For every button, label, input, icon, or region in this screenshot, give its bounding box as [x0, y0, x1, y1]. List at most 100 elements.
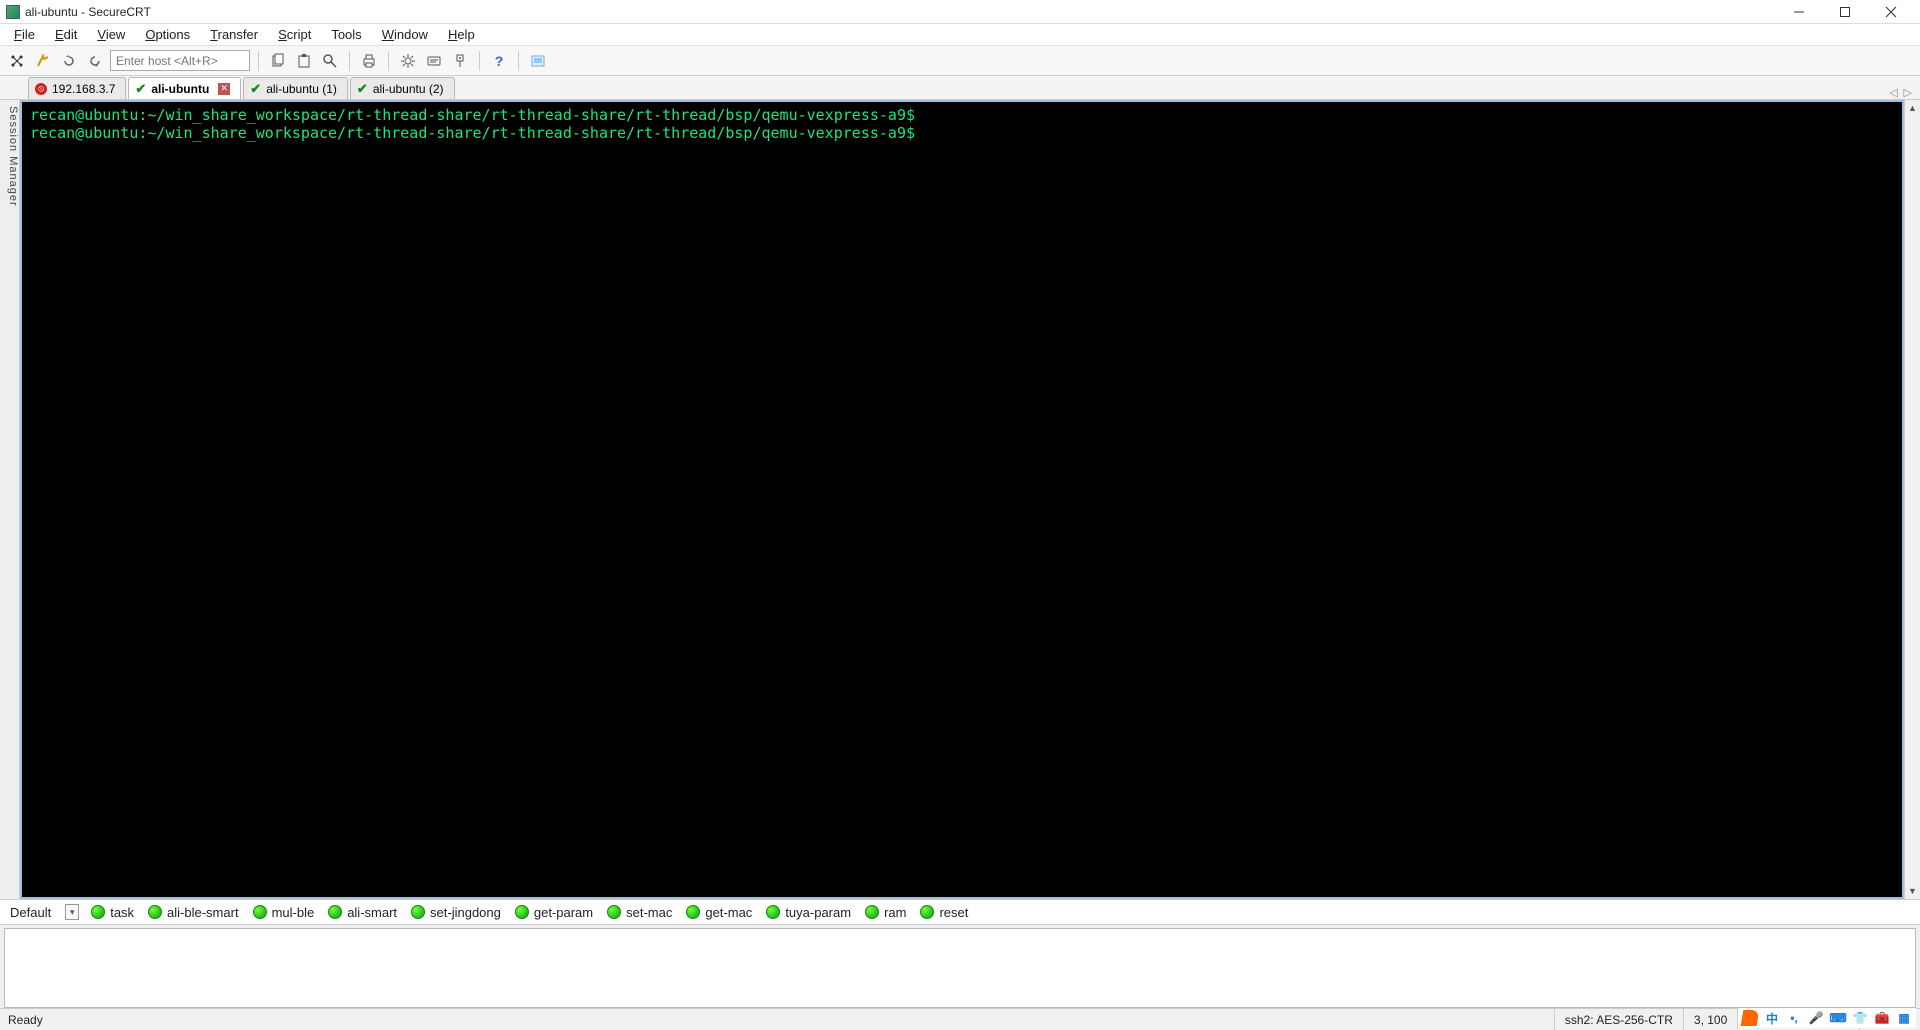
check-icon: ✔ [250, 81, 261, 97]
buttonbar-get-mac[interactable]: get-mac [686, 905, 752, 920]
menu-help-label: elp [457, 27, 474, 42]
buttonbar-label: ram [884, 905, 906, 920]
menu-file-label: ile [22, 27, 35, 42]
menu-view[interactable]: View [87, 25, 135, 44]
tab-label: ali-ubuntu (1) [266, 82, 337, 96]
toolbar-separator [518, 51, 519, 71]
toolbar-separator [479, 51, 480, 71]
green-dot-icon [515, 905, 529, 919]
tab-192-168-3-7[interactable]: ⦸ 192.168.3.7 [28, 77, 126, 99]
toolbar-separator [349, 51, 350, 71]
tab-label: 192.168.3.7 [52, 82, 115, 96]
help-icon[interactable]: ? [488, 50, 510, 72]
button-bar: Default ▾ task ali-ble-smart mul-ble ali-sm… [0, 899, 1920, 925]
minimize-button[interactable] [1776, 0, 1822, 24]
close-button[interactable] [1868, 0, 1914, 24]
menu-window[interactable]: Window [372, 25, 438, 44]
tray-keyboard-icon[interactable]: ⌨ [1830, 1010, 1846, 1026]
settings-icon[interactable] [397, 50, 419, 72]
find-icon[interactable] [319, 50, 341, 72]
menu-edit[interactable]: Edit [45, 25, 87, 44]
buttonbar-reset[interactable]: reset [920, 905, 968, 920]
tab-label: ali-ubuntu (2) [373, 82, 444, 96]
command-window[interactable] [4, 928, 1916, 1008]
menu-options[interactable]: Options [135, 25, 200, 44]
host-input[interactable] [110, 50, 250, 71]
tab-ali-ubuntu-1-[interactable]: ✔ ali-ubuntu (1) [243, 77, 348, 99]
scroll-down-icon[interactable]: ▼ [1905, 883, 1920, 899]
green-dot-icon [766, 905, 780, 919]
tabbar: ⦸ 192.168.3.7 ✔ ali-ubuntu ✕ ✔ ali-ubuntu (1)✔… [0, 76, 1920, 100]
status-ready: Ready [8, 1009, 53, 1030]
tray-grid-icon[interactable]: ▦ [1896, 1010, 1912, 1026]
green-dot-icon [920, 905, 934, 919]
tab-label: ali-ubuntu [151, 82, 209, 96]
buttonbar-group-dropdown[interactable]: ▾ [65, 904, 79, 920]
green-dot-icon [686, 905, 700, 919]
terminal[interactable]: recan@ubuntu:~/win_share_workspace/rt-th… [20, 100, 1904, 899]
session-manager-panel-tab[interactable]: Session Manager [0, 100, 20, 899]
buttonbar-tuya-param[interactable]: tuya-param [766, 905, 851, 920]
statusbar: Ready ssh2: AES-256-CTR 3, 100 36 Rows, … [0, 1008, 1920, 1030]
menu-tools-label: Tools [331, 27, 361, 42]
buttonbar-set-jingdong[interactable]: set-jingdong [411, 905, 501, 920]
menu-options-label: ptions [155, 27, 190, 42]
menu-script[interactable]: Script [268, 25, 321, 44]
green-dot-icon [328, 905, 342, 919]
buttonbar-label: get-mac [705, 905, 752, 920]
quick-connect-icon[interactable] [6, 50, 28, 72]
buttonbar-get-param[interactable]: get-param [515, 905, 593, 920]
status-protocol: ssh2: AES-256-CTR [1554, 1009, 1683, 1030]
disconnect-icon[interactable] [84, 50, 106, 72]
buttonbar-set-mac[interactable]: set-mac [607, 905, 672, 920]
tab-ali-ubuntu[interactable]: ✔ali-ubuntu✕ [128, 77, 241, 99]
menu-edit-label: dit [64, 27, 78, 42]
buttonbar-label: ali-smart [347, 905, 397, 920]
menu-transfer-label: ransfer [218, 27, 258, 42]
buttonbar-ali-ble-smart[interactable]: ali-ble-smart [148, 905, 239, 920]
tab-scroll-left-icon[interactable]: ◁ [1889, 86, 1897, 99]
buttonbar-label: set-jingdong [430, 905, 501, 920]
green-dot-icon [91, 905, 105, 919]
status-cursor: 3, 100 [1683, 1009, 1737, 1030]
green-dot-icon [607, 905, 621, 919]
tray-punct-icon[interactable]: •, [1786, 1010, 1802, 1026]
titlebar: ali-ubuntu - SecureCRT [0, 0, 1920, 24]
paste-icon[interactable] [293, 50, 315, 72]
buttonbar-mul-ble[interactable]: mul-ble [253, 905, 315, 920]
buttonbar-label: reset [939, 905, 968, 920]
terminal-scrollbar[interactable]: ▲ ▼ [1904, 100, 1920, 899]
menu-tools[interactable]: Tools [321, 25, 371, 44]
menu-file[interactable]: File [4, 25, 45, 44]
tray-mic-icon[interactable]: 🎤 [1808, 1010, 1824, 1026]
window-title: ali-ubuntu - SecureCRT [25, 5, 151, 19]
ime-mode-icon[interactable]: 中 [1764, 1010, 1780, 1026]
menu-transfer[interactable]: Transfer [200, 25, 268, 44]
menu-script-label: cript [287, 27, 312, 42]
buttonbar-ram[interactable]: ram [865, 905, 906, 920]
tab-close-icon[interactable]: ✕ [218, 83, 230, 95]
tab-ali-ubuntu-2-[interactable]: ✔ali-ubuntu (2) [350, 77, 455, 99]
print-icon[interactable] [358, 50, 380, 72]
sogou-ime-icon[interactable] [1741, 1010, 1760, 1026]
tray-toolbox-icon[interactable]: 🧰 [1874, 1010, 1890, 1026]
scroll-up-icon[interactable]: ▲ [1905, 100, 1920, 116]
tray-skin-icon[interactable]: 👕 [1852, 1010, 1868, 1026]
reconnect-icon[interactable] [58, 50, 80, 72]
buttonbar-label: mul-ble [272, 905, 315, 920]
menu-window-label: indow [394, 27, 428, 42]
screenshot-icon[interactable] [527, 50, 549, 72]
connect-icon[interactable] [32, 50, 54, 72]
session-options-icon[interactable] [423, 50, 445, 72]
menu-help[interactable]: Help [438, 25, 485, 44]
buttonbar-task[interactable]: task [91, 905, 134, 920]
buttonbar-group-label: Default [10, 905, 53, 920]
stop-icon: ⦸ [35, 83, 47, 95]
keymap-icon[interactable] [449, 50, 471, 72]
maximize-button[interactable] [1822, 0, 1868, 24]
buttonbar-ali-smart[interactable]: ali-smart [328, 905, 397, 920]
buttonbar-label: get-param [534, 905, 593, 920]
tab-scroll-right-icon[interactable]: ▷ [1904, 86, 1912, 99]
app-icon [6, 5, 20, 19]
copy-icon[interactable] [267, 50, 289, 72]
